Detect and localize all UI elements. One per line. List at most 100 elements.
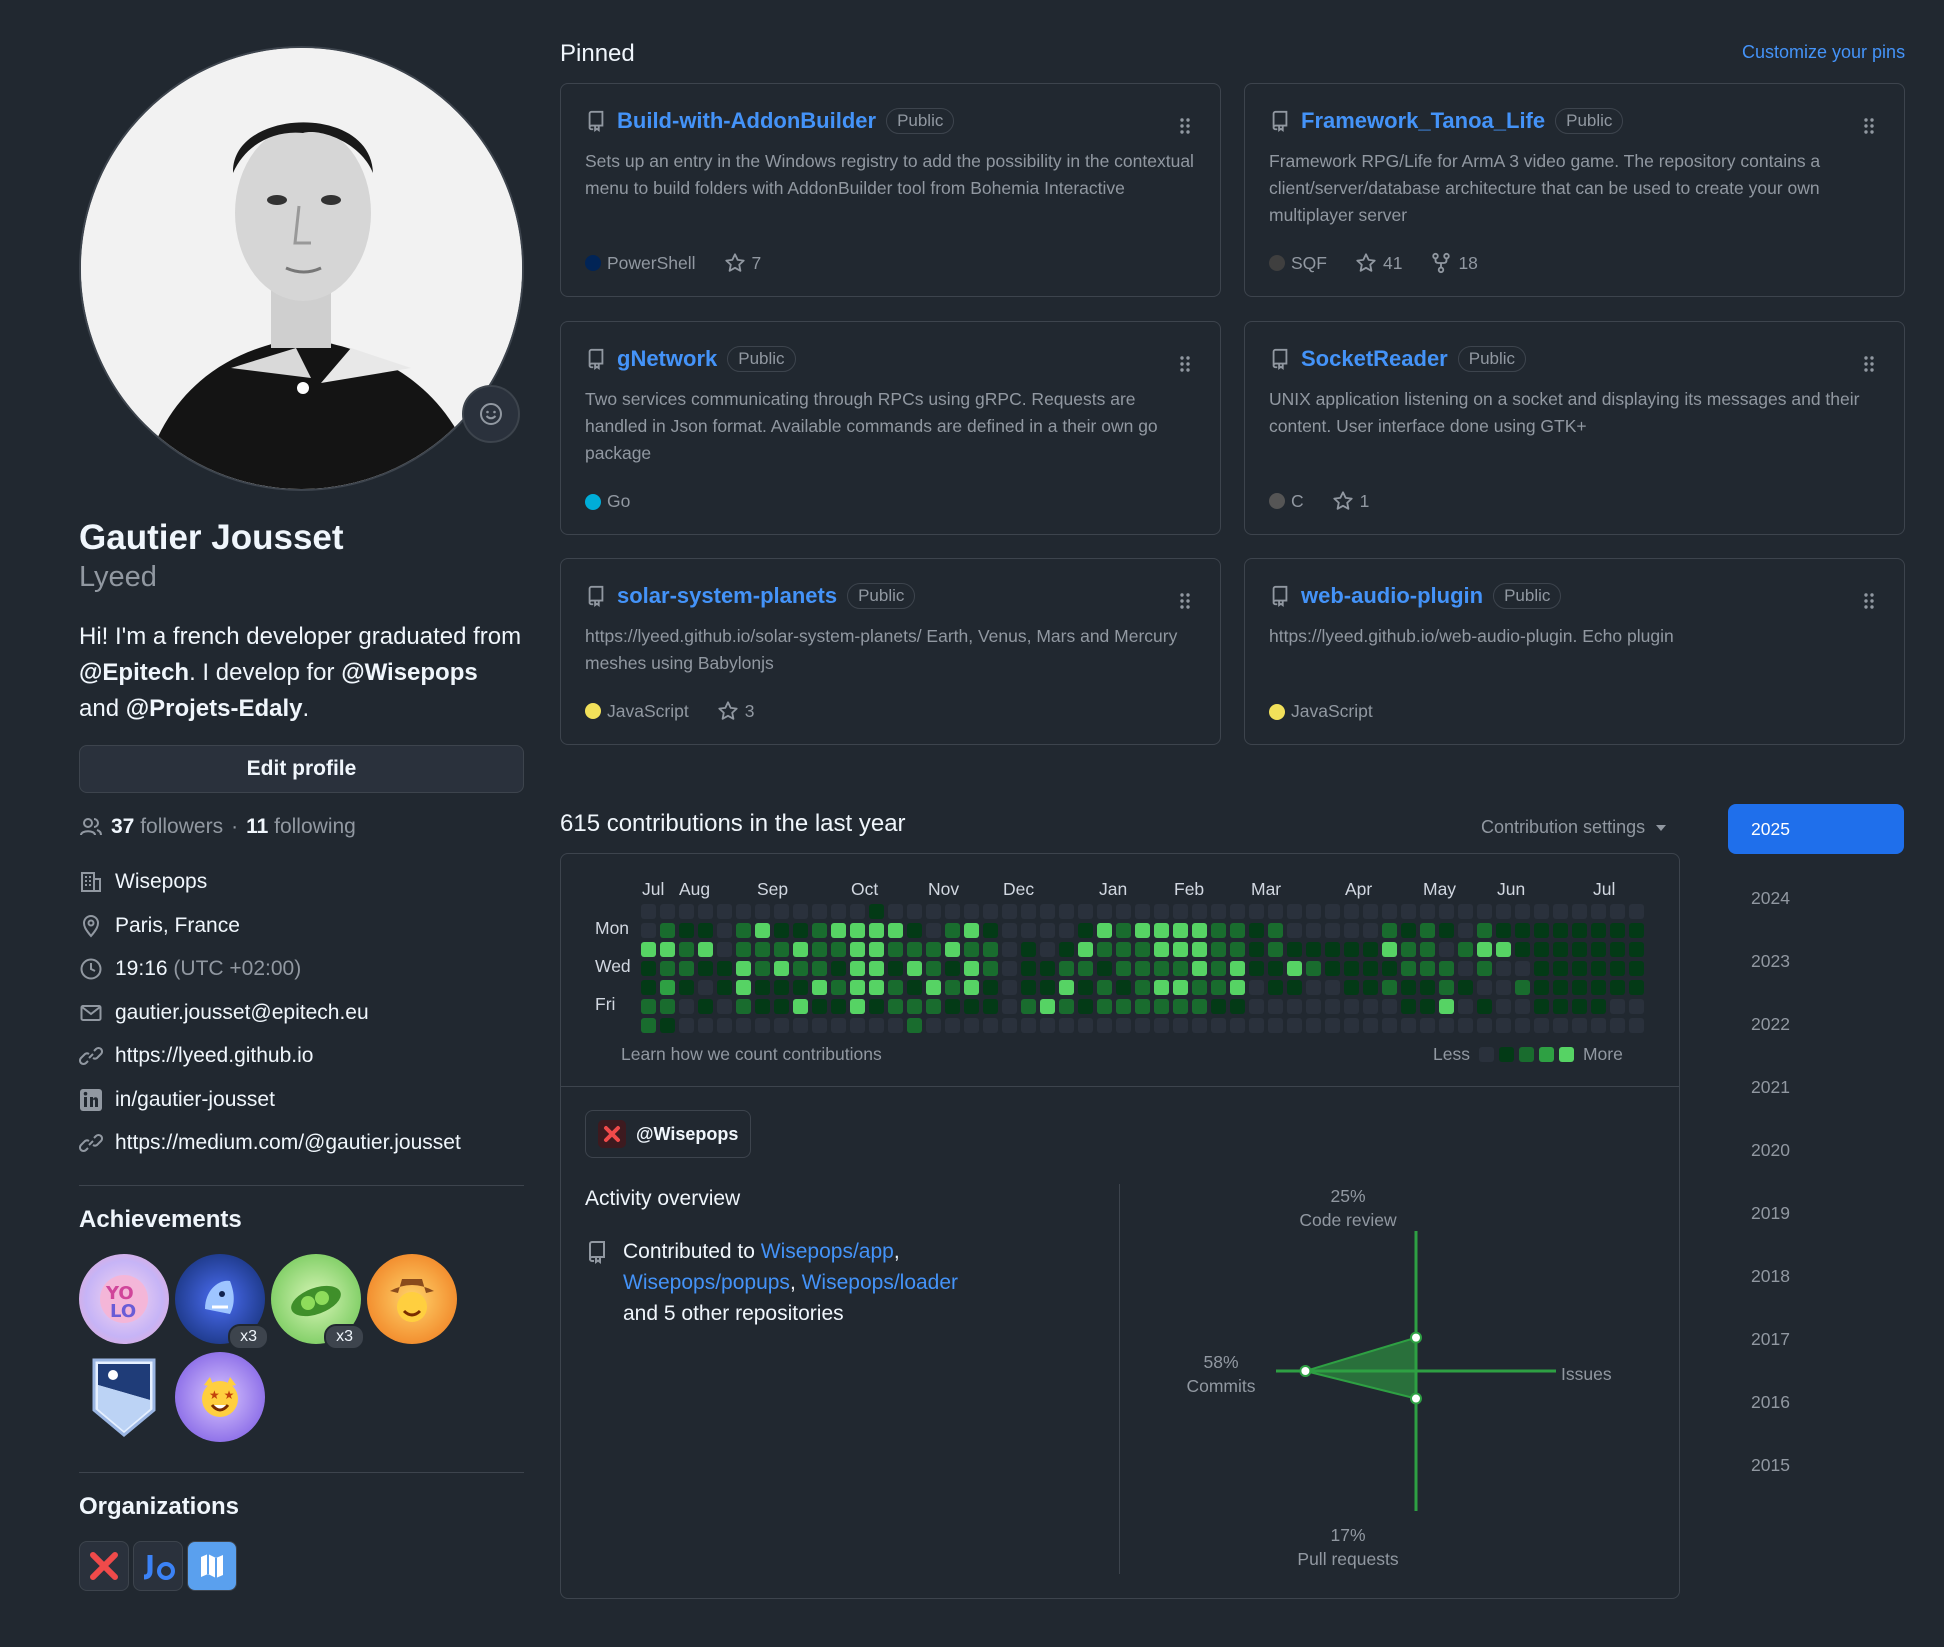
contribution-day[interactable] bbox=[698, 904, 713, 919]
contribution-day[interactable] bbox=[1268, 942, 1283, 957]
contribution-day[interactable] bbox=[812, 923, 827, 938]
contribution-day[interactable] bbox=[1192, 1018, 1207, 1033]
contribution-day[interactable] bbox=[869, 961, 884, 976]
contribution-day[interactable] bbox=[774, 1018, 789, 1033]
contribution-day[interactable] bbox=[1135, 999, 1150, 1014]
contribution-day[interactable] bbox=[1401, 980, 1416, 995]
contribution-day[interactable] bbox=[1401, 999, 1416, 1014]
year-link-2024[interactable]: 2024 bbox=[1728, 867, 1904, 930]
contribution-day[interactable] bbox=[679, 999, 694, 1014]
contribution-day[interactable] bbox=[755, 961, 770, 976]
contribution-day[interactable] bbox=[1591, 942, 1606, 957]
contribution-day[interactable] bbox=[1515, 942, 1530, 957]
contribution-day[interactable] bbox=[1040, 980, 1055, 995]
contribution-day[interactable] bbox=[1192, 999, 1207, 1014]
edit-profile-button[interactable]: Edit profile bbox=[79, 744, 524, 793]
contribution-day[interactable] bbox=[1154, 904, 1169, 919]
contribution-day[interactable] bbox=[774, 904, 789, 919]
contribution-day[interactable] bbox=[641, 999, 656, 1014]
contribution-day[interactable] bbox=[1135, 904, 1150, 919]
contribution-day[interactable] bbox=[1610, 1018, 1625, 1033]
repo-name-link[interactable]: gNetwork bbox=[617, 346, 717, 372]
contribution-day[interactable] bbox=[1116, 904, 1131, 919]
contribution-day[interactable] bbox=[679, 904, 694, 919]
repo-name-link[interactable]: Framework_Tanoa_Life bbox=[1301, 108, 1545, 134]
contribution-day[interactable] bbox=[1458, 961, 1473, 976]
contribution-day[interactable] bbox=[660, 942, 675, 957]
contribution-day[interactable] bbox=[698, 980, 713, 995]
contribution-day[interactable] bbox=[1458, 999, 1473, 1014]
contribution-day[interactable] bbox=[660, 999, 675, 1014]
contribution-day[interactable] bbox=[831, 923, 846, 938]
contribution-day[interactable] bbox=[888, 1018, 903, 1033]
drag-handle-icon[interactable] bbox=[1862, 116, 1876, 136]
year-link-2022[interactable]: 2022 bbox=[1728, 993, 1904, 1056]
contribution-day[interactable] bbox=[1021, 961, 1036, 976]
contribution-day[interactable] bbox=[1116, 923, 1131, 938]
contribution-day[interactable] bbox=[774, 942, 789, 957]
repo-name-link[interactable]: SocketReader bbox=[1301, 346, 1448, 372]
contribution-day[interactable] bbox=[1496, 999, 1511, 1014]
contribution-day[interactable] bbox=[1097, 923, 1112, 938]
contribution-day[interactable] bbox=[1591, 980, 1606, 995]
year-link-2018[interactable]: 2018 bbox=[1728, 1245, 1904, 1308]
contribution-day[interactable] bbox=[831, 999, 846, 1014]
contribution-day[interactable] bbox=[717, 1018, 732, 1033]
contribution-day[interactable] bbox=[1610, 999, 1625, 1014]
contribution-day[interactable] bbox=[736, 980, 751, 995]
contribution-day[interactable] bbox=[1553, 923, 1568, 938]
contribution-day[interactable] bbox=[1268, 999, 1283, 1014]
contribution-day[interactable] bbox=[831, 961, 846, 976]
contribution-day[interactable] bbox=[1591, 904, 1606, 919]
repo-name-link[interactable]: solar-system-planets bbox=[617, 583, 837, 609]
contribution-day[interactable] bbox=[926, 961, 941, 976]
contribution-day[interactable] bbox=[1382, 923, 1397, 938]
contribution-day[interactable] bbox=[1496, 961, 1511, 976]
contribution-day[interactable] bbox=[1363, 923, 1378, 938]
contribution-day[interactable] bbox=[755, 1018, 770, 1033]
contribution-day[interactable] bbox=[869, 923, 884, 938]
contribution-day[interactable] bbox=[1078, 904, 1093, 919]
contribution-day[interactable] bbox=[1249, 980, 1264, 995]
drag-handle-icon[interactable] bbox=[1862, 354, 1876, 374]
contribution-day[interactable] bbox=[1477, 999, 1492, 1014]
contribution-day[interactable] bbox=[1211, 942, 1226, 957]
contribution-day[interactable] bbox=[1097, 1018, 1112, 1033]
contribution-day[interactable] bbox=[1097, 942, 1112, 957]
contribution-day[interactable] bbox=[1287, 923, 1302, 938]
contribution-day[interactable] bbox=[1344, 942, 1359, 957]
contribution-day[interactable] bbox=[1306, 1018, 1321, 1033]
contribution-day[interactable] bbox=[869, 1018, 884, 1033]
contribution-day[interactable] bbox=[888, 904, 903, 919]
contribution-day[interactable] bbox=[1059, 942, 1074, 957]
contribution-day[interactable] bbox=[1002, 942, 1017, 957]
contribution-day[interactable] bbox=[812, 999, 827, 1014]
contribution-day[interactable] bbox=[1154, 999, 1169, 1014]
contribution-day[interactable] bbox=[698, 999, 713, 1014]
contribution-day[interactable] bbox=[945, 904, 960, 919]
projets-edaly-org-icon[interactable] bbox=[133, 1541, 183, 1592]
contribution-day[interactable] bbox=[1173, 980, 1188, 995]
contribution-day[interactable] bbox=[1268, 980, 1283, 995]
contribution-day[interactable] bbox=[1344, 961, 1359, 976]
contribution-day[interactable] bbox=[1420, 961, 1435, 976]
contribution-day[interactable] bbox=[1325, 1018, 1340, 1033]
contribution-day[interactable] bbox=[1078, 999, 1093, 1014]
website-link[interactable]: https://lyeed.github.io bbox=[115, 1044, 313, 1068]
contribution-day[interactable] bbox=[850, 942, 865, 957]
contribution-day[interactable] bbox=[1363, 904, 1378, 919]
contribution-day[interactable] bbox=[1002, 999, 1017, 1014]
contribution-day[interactable] bbox=[1572, 923, 1587, 938]
contribution-day[interactable] bbox=[1629, 942, 1644, 957]
contribution-day[interactable] bbox=[1439, 923, 1454, 938]
contribution-day[interactable] bbox=[717, 904, 732, 919]
contribution-day[interactable] bbox=[1477, 904, 1492, 919]
contribution-day[interactable] bbox=[812, 980, 827, 995]
contribution-day[interactable] bbox=[1154, 980, 1169, 995]
contribution-day[interactable] bbox=[1363, 961, 1378, 976]
contribution-day[interactable] bbox=[1629, 904, 1644, 919]
contribution-day[interactable] bbox=[755, 980, 770, 995]
contribution-day[interactable] bbox=[1344, 980, 1359, 995]
year-link-2023[interactable]: 2023 bbox=[1728, 930, 1904, 993]
contribution-day[interactable] bbox=[660, 980, 675, 995]
